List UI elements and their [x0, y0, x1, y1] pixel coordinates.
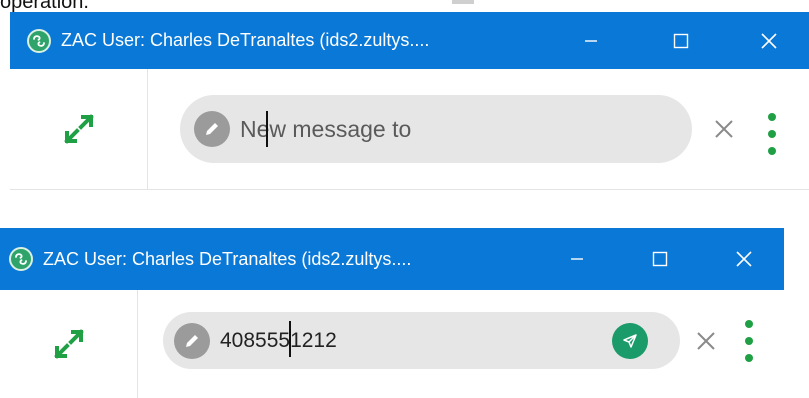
- recipient-input[interactable]: [240, 115, 620, 143]
- send-button[interactable]: [612, 323, 648, 359]
- zac-logo-icon: [27, 28, 51, 53]
- clear-button[interactable]: [692, 327, 720, 355]
- menu-dot: [768, 113, 776, 121]
- minimize-button[interactable]: [547, 228, 607, 290]
- window-title: ZAC User: Charles DeTranaltes (ids2.zult…: [43, 248, 412, 269]
- minimize-button[interactable]: [561, 12, 621, 69]
- menu-dot: [745, 320, 753, 328]
- pencil-icon: [194, 111, 230, 147]
- message-box[interactable]: [163, 312, 680, 369]
- chat-window-empty: ZAC User: Charles DeTranaltes (ids2.zult…: [10, 12, 809, 202]
- kebab-menu-icon[interactable]: [742, 320, 756, 362]
- expand-pane: [0, 290, 138, 398]
- expand-arrows-icon[interactable]: [51, 326, 87, 362]
- content-divider: [10, 189, 809, 190]
- send-paper-plane-icon: [623, 334, 637, 348]
- menu-dot: [745, 354, 753, 362]
- kebab-menu-icon[interactable]: [765, 113, 779, 155]
- expand-pane: [10, 69, 148, 189]
- maximize-button[interactable]: [630, 228, 690, 290]
- close-x-icon: [715, 120, 733, 138]
- zac-logo-icon: [9, 247, 33, 271]
- chat-window-filled: ZAC User: Charles DeTranaltes (ids2.zult…: [0, 228, 784, 398]
- close-window-button[interactable]: [714, 228, 774, 290]
- screenshot-stage: operation. ZAC User: Charles DeTranaltes…: [0, 0, 809, 398]
- clear-button[interactable]: [710, 115, 738, 143]
- text-cursor: [289, 321, 291, 357]
- close-x-icon: [697, 332, 715, 350]
- menu-dot: [768, 147, 776, 155]
- window-content: [0, 290, 784, 398]
- recipient-input[interactable]: [220, 328, 580, 353]
- cropped-decoration: [452, 0, 474, 4]
- pencil-icon: [174, 322, 210, 359]
- cropped-text-fragment: operation.: [0, 0, 89, 13]
- title-bar[interactable]: ZAC User: Charles DeTranaltes (ids2.zult…: [0, 228, 784, 290]
- window-title: ZAC User: Charles DeTranaltes (ids2.zult…: [61, 30, 430, 50]
- menu-dot: [745, 337, 753, 345]
- expand-arrows-icon[interactable]: [61, 111, 97, 147]
- close-window-button[interactable]: [739, 12, 799, 69]
- maximize-button[interactable]: [651, 12, 711, 69]
- message-box[interactable]: [180, 95, 692, 163]
- window-content: [10, 69, 809, 202]
- menu-dot: [768, 130, 776, 138]
- text-cursor: [266, 111, 268, 147]
- title-bar[interactable]: ZAC User: Charles DeTranaltes (ids2.zult…: [10, 12, 809, 69]
